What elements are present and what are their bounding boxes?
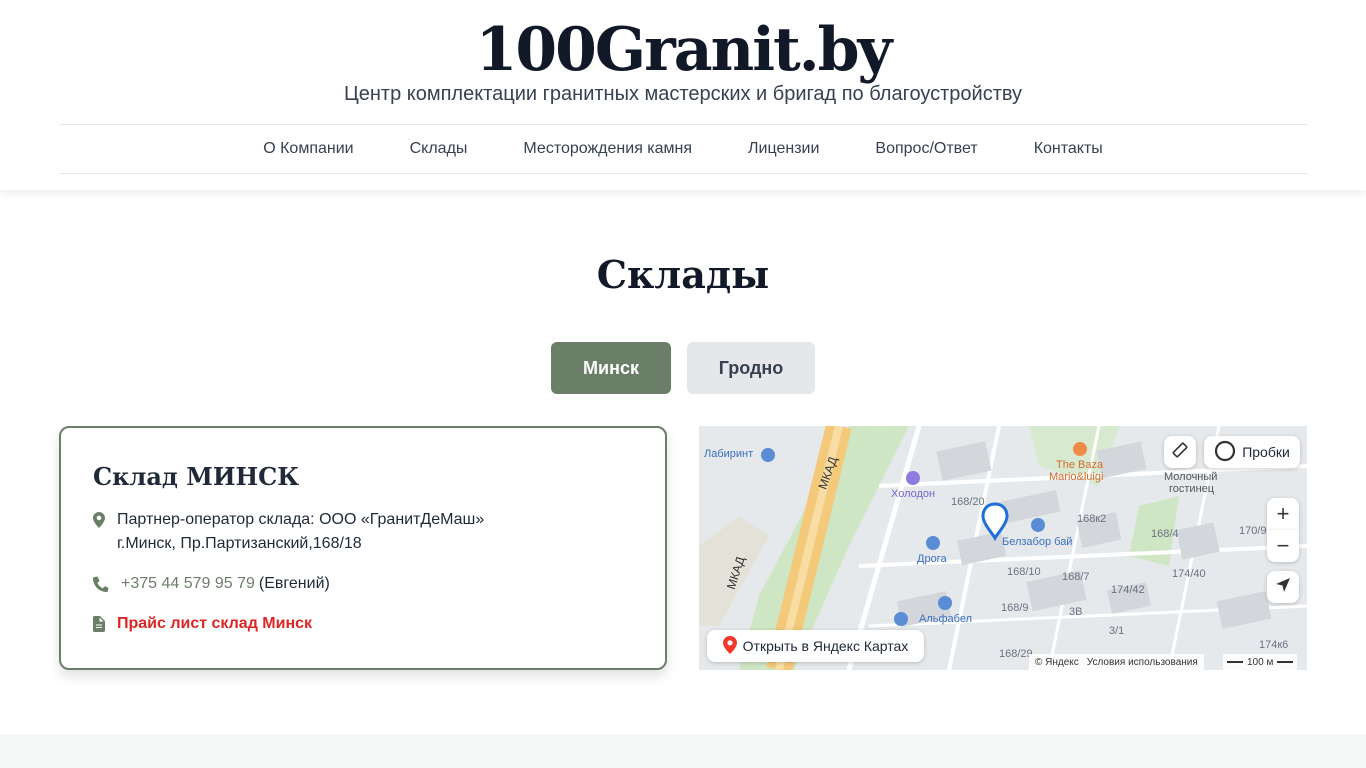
traffic-button[interactable]: Пробки	[1204, 436, 1300, 468]
map-pin-icon	[93, 508, 117, 556]
nav-item-faq[interactable]: Вопрос/Ответ	[875, 139, 977, 159]
main-nav: О Компании Склады Месторождения камня Ли…	[59, 124, 1307, 174]
footer-strip	[0, 734, 1366, 768]
map-scale: 100 м	[1223, 654, 1298, 670]
map-terms-link[interactable]: Условия использования	[1087, 657, 1198, 668]
house-number: 3В	[1069, 606, 1083, 618]
warehouse-price: Прайс лист склад Минск	[93, 612, 312, 636]
poi-baza-1[interactable]: The Baza	[1056, 459, 1103, 471]
house-number: 168/10	[1007, 566, 1041, 578]
poi-belzabor[interactable]: Белзабор бай	[1002, 536, 1072, 548]
nav-item-about[interactable]: О Компании	[263, 139, 353, 159]
ruler-button[interactable]	[1164, 436, 1196, 468]
warehouse-phone: +375 44 579 95 79 (Евгений)	[93, 572, 330, 596]
address-street: г.Минск, Пр.Партизанский,168/18	[117, 535, 362, 552]
warehouse-title: Склад МИНСК	[93, 462, 300, 491]
house-number: 168к2	[1077, 513, 1107, 525]
house-number: 174к6	[1259, 639, 1289, 651]
open-in-yandex-maps-button[interactable]: Открыть в Яндекс Картах	[707, 630, 924, 662]
nav-item-contacts[interactable]: Контакты	[1034, 139, 1103, 159]
warehouse-address: Партнер-оператор склада: ООО «ГранитДеМа…	[93, 508, 484, 556]
house-number: 3/1	[1109, 625, 1125, 637]
ruler-icon	[1171, 441, 1189, 464]
tab-grodno[interactable]: Гродно	[687, 342, 815, 394]
zoom-in-button[interactable]: +	[1267, 498, 1299, 530]
poi-molochny-2[interactable]: гостинец	[1169, 483, 1214, 495]
site-header: 100Granit.by Центр комплектации гранитны…	[0, 0, 1366, 190]
zoom-out-button[interactable]: −	[1267, 530, 1299, 562]
traffic-label: Пробки	[1242, 444, 1290, 460]
house-number: 174/40	[1172, 568, 1206, 580]
site-tagline: Центр комплектации гранитных мастерских …	[343, 83, 1023, 105]
phone-link[interactable]: +375 44 579 95 79	[121, 572, 255, 596]
house-number: 174/42	[1111, 584, 1145, 596]
poi-holodon[interactable]: Холодон	[891, 488, 935, 500]
nav-item-quarries[interactable]: Месторождения камня	[523, 139, 692, 159]
warehouse-card: Склад МИНСК Партнер-оператор склада: ООО…	[59, 426, 667, 670]
house-number: 170/9	[1239, 525, 1267, 537]
map-footer: © Яндекс Условия использования	[1029, 654, 1204, 670]
yandex-map[interactable]: МКАД МКАД Лабиринт Холодон The Baza Mari…	[699, 426, 1307, 670]
poi-labirint[interactable]: Лабиринт	[704, 448, 753, 460]
city-tabs: Минск Гродно	[0, 342, 1366, 394]
document-icon	[93, 612, 117, 636]
map-copyright[interactable]: © Яндекс	[1035, 657, 1079, 668]
nav-item-warehouses[interactable]: Склады	[410, 139, 468, 159]
house-number: 168/20	[951, 496, 985, 508]
price-list-link[interactable]: Прайс лист склад Минск	[117, 612, 312, 636]
phone-icon	[93, 572, 117, 596]
map-pin-red-icon	[722, 635, 737, 657]
contact-name: (Евгений)	[258, 575, 330, 592]
house-number: 168/7	[1062, 571, 1090, 583]
poi-alfabel[interactable]: Альфабел	[919, 613, 972, 625]
geolocation-button[interactable]	[1267, 571, 1299, 603]
poi-baza-2[interactable]: Mario&luigi	[1049, 471, 1103, 483]
house-number: 168/29	[999, 648, 1033, 660]
section-title: Склады	[596, 252, 770, 297]
address-operator: Партнер-оператор склада: ООО «ГранитДеМа…	[117, 511, 485, 528]
open-in-yandex-maps-label: Открыть в Яндекс Картах	[742, 638, 909, 654]
nav-item-licenses[interactable]: Лицензии	[748, 139, 819, 159]
tab-minsk[interactable]: Минск	[551, 342, 671, 394]
traffic-icon	[1214, 440, 1236, 465]
location-arrow-icon	[1275, 577, 1291, 598]
house-number: 168/9	[1001, 602, 1029, 614]
poi-droga[interactable]: Дрога	[917, 553, 947, 565]
house-number: 168/4	[1151, 528, 1179, 540]
site-logo[interactable]: 100Granit.by	[0, 14, 1366, 86]
map-scale-label: 100 м	[1247, 656, 1274, 668]
poi-molochny-1[interactable]: Молочный	[1164, 471, 1217, 483]
